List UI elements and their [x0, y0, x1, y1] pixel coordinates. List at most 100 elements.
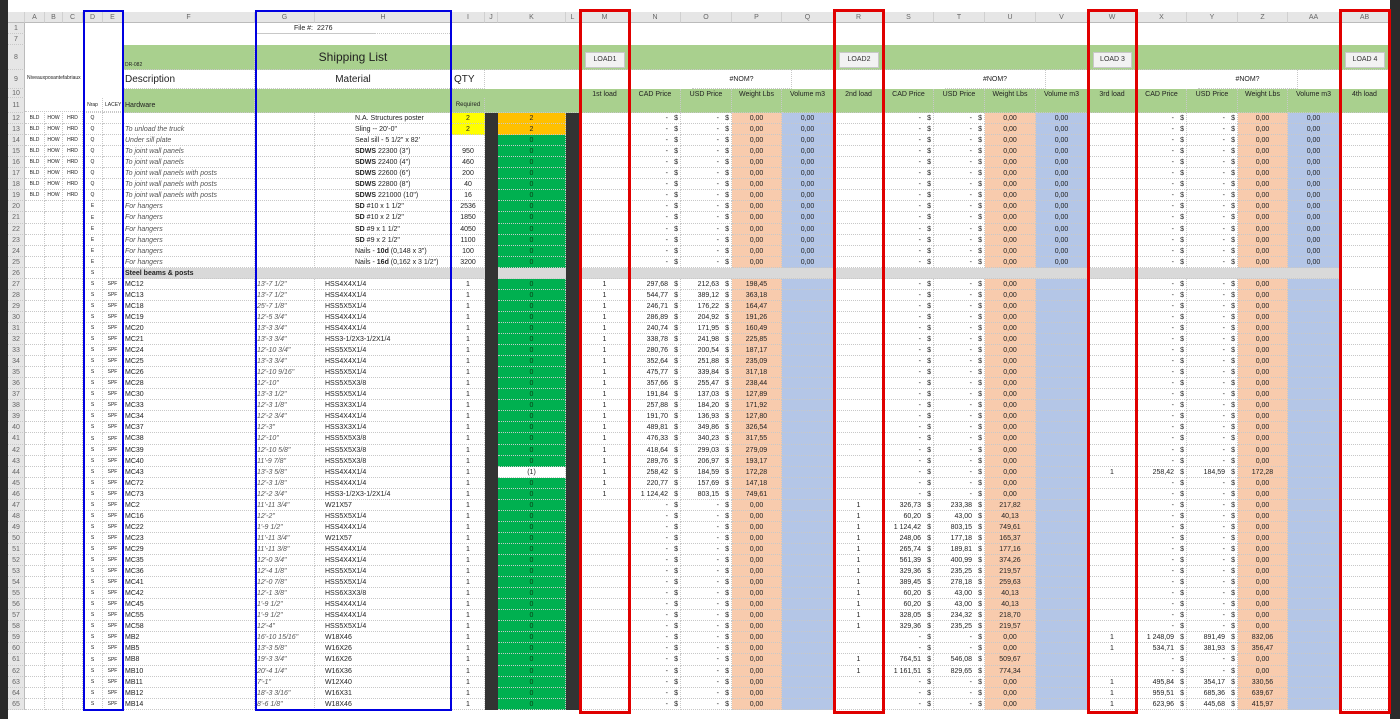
cell-c[interactable]	[63, 688, 83, 699]
cad-price-cell[interactable]: - $	[1137, 113, 1187, 124]
usd-price-cell[interactable]: 177,18 $	[934, 533, 985, 544]
load-4-qty-cell[interactable]	[1340, 588, 1390, 599]
load-1-qty-cell[interactable]: 1	[580, 323, 630, 334]
qty-required-cell[interactable]: 1	[452, 588, 485, 599]
cell-d[interactable]: S	[83, 489, 103, 500]
cell-b[interactable]: HOW	[45, 146, 63, 157]
material-cell[interactable]: Nails - 16d (0,162 x 3 1/2")	[315, 257, 452, 268]
weight-cell[interactable]: 0,00	[1238, 334, 1288, 345]
row-header-31[interactable]: 31	[8, 323, 25, 334]
row-header-11[interactable]: 11	[8, 98, 25, 113]
usd-price-cell[interactable]: 546,08 $	[934, 654, 985, 666]
weight-cell[interactable]: 0,00	[1238, 555, 1288, 566]
column-header-g[interactable]: G	[255, 12, 315, 23]
weight-cell[interactable]: 0,00	[732, 146, 782, 157]
description-cell[interactable]: MB11	[123, 677, 255, 688]
material-cell[interactable]: HSS5X5X1/4	[315, 577, 452, 588]
qty-remaining-cell[interactable]: 0	[498, 235, 566, 246]
cell-d[interactable]: S	[83, 654, 103, 666]
load-3-qty-cell[interactable]	[1088, 433, 1137, 445]
weight-cell[interactable]: 40,13	[985, 588, 1036, 599]
weight-cell[interactable]: 0,00	[732, 168, 782, 179]
load-2-qty-cell[interactable]	[834, 201, 884, 212]
volume-cell[interactable]: 0,00	[782, 146, 834, 157]
spacer[interactable]	[566, 367, 580, 378]
cell-a[interactable]: BLD	[25, 135, 45, 146]
volume-cell[interactable]	[782, 389, 834, 400]
weight-cell[interactable]: 0,00	[1238, 224, 1288, 235]
volume-cell[interactable]	[1036, 279, 1088, 290]
row-header-7[interactable]: 7	[8, 34, 25, 45]
usd-price-cell[interactable]: - $	[1187, 422, 1238, 433]
weight-cell[interactable]: 0,00	[732, 246, 782, 257]
volume-cell[interactable]	[1036, 367, 1088, 378]
usd-price-cell[interactable]: - $	[1187, 290, 1238, 301]
load-2-qty-cell[interactable]	[834, 677, 884, 688]
cell-d[interactable]: S	[83, 621, 103, 632]
weight-cell[interactable]: 0,00	[1238, 544, 1288, 555]
spacer[interactable]	[566, 445, 580, 456]
column-header-z[interactable]: Z	[1238, 12, 1288, 23]
volume-cell[interactable]	[782, 323, 834, 334]
cad-price-cell[interactable]: - $	[1137, 544, 1187, 555]
spacer[interactable]	[566, 555, 580, 566]
weight-cell[interactable]: 0,00	[1238, 522, 1288, 533]
qty-remaining-cell[interactable]: 0	[498, 290, 566, 301]
qty-remaining-cell[interactable]: 0	[498, 323, 566, 334]
length-cell[interactable]	[255, 246, 315, 257]
weight-cell[interactable]: 0,00	[732, 179, 782, 190]
usd-price-cell[interactable]: - $	[681, 610, 732, 621]
length-cell[interactable]: 12'-4 1/8"	[255, 566, 315, 577]
load-4-qty-cell[interactable]	[1340, 489, 1390, 500]
cad-price-cell[interactable]: 191,70 $	[630, 411, 681, 422]
volume-cell[interactable]: 0,00	[782, 168, 834, 179]
spacer[interactable]	[566, 522, 580, 533]
spacer[interactable]	[566, 179, 580, 190]
row-header-9[interactable]: 9	[8, 70, 25, 89]
length-cell[interactable]: 11'-9 7/8"	[255, 456, 315, 467]
cad-price-cell[interactable]: - $	[884, 224, 934, 235]
cell-c[interactable]	[63, 323, 83, 334]
usd-price-cell[interactable]: - $	[681, 699, 732, 710]
spacer[interactable]	[485, 157, 498, 168]
spacer[interactable]	[566, 577, 580, 588]
length-cell[interactable]	[255, 212, 315, 224]
load-3-qty-cell[interactable]	[1088, 146, 1137, 157]
usd-price-cell[interactable]: - $	[681, 157, 732, 168]
load-3-qty-cell[interactable]	[1088, 257, 1137, 268]
spacer[interactable]	[485, 345, 498, 356]
qty-remaining-cell[interactable]: 0	[498, 533, 566, 544]
description-cell[interactable]: MC43	[123, 467, 255, 478]
cell-c[interactable]	[63, 489, 83, 500]
volume-cell[interactable]	[782, 356, 834, 367]
load-2-qty-cell[interactable]	[834, 190, 884, 201]
cad-price-cell[interactable]: - $	[1137, 389, 1187, 400]
length-cell[interactable]	[255, 190, 315, 201]
cell-b[interactable]	[45, 378, 63, 389]
description-cell[interactable]: MC38	[123, 433, 255, 445]
usd-price-cell[interactable]: - $	[1187, 511, 1238, 522]
load-1-qty-cell[interactable]: 1	[580, 433, 630, 445]
length-cell[interactable]: 12'-1 3/8"	[255, 588, 315, 599]
volume-cell[interactable]	[1036, 588, 1088, 599]
spacer[interactable]	[485, 179, 498, 190]
cad-price-cell[interactable]: 220,77 $	[630, 478, 681, 489]
usd-price-cell[interactable]: - $	[681, 201, 732, 212]
usd-price-cell[interactable]: - $	[1187, 212, 1238, 224]
cell-e[interactable]: SPF	[103, 356, 123, 367]
cell-d[interactable]: E	[83, 235, 103, 246]
cell-c[interactable]: HRD	[63, 113, 83, 124]
cell-a[interactable]	[25, 378, 45, 389]
volume-cell[interactable]	[782, 367, 834, 378]
usd-price-cell[interactable]: 251,88 $	[681, 356, 732, 367]
load-2-button[interactable]: LOAD2	[839, 52, 879, 68]
cad-price-cell[interactable]: - $	[1137, 422, 1187, 433]
qty-required-cell[interactable]: 1	[452, 456, 485, 467]
usd-price-cell[interactable]: - $	[934, 422, 985, 433]
load-2-qty-cell[interactable]	[834, 699, 884, 710]
weight-cell[interactable]: 0,00	[985, 699, 1036, 710]
weight-cell[interactable]: 0,00	[1238, 400, 1288, 411]
qty-required-cell[interactable]: 1100	[452, 235, 485, 246]
qty-remaining-cell[interactable]: 2	[498, 113, 566, 124]
load-4-qty-cell[interactable]	[1340, 555, 1390, 566]
